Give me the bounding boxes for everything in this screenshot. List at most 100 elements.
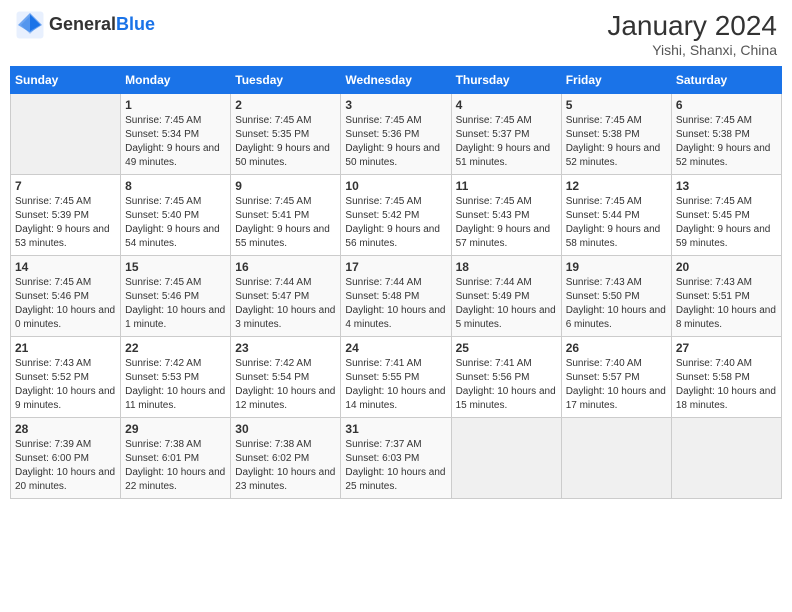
calendar-week-1: 1 Sunrise: 7:45 AMSunset: 5:34 PMDaylight… <box>11 94 782 175</box>
calendar-cell <box>561 418 671 499</box>
calendar-cell: 16 Sunrise: 7:44 AMSunset: 5:47 PMDayligh… <box>231 256 341 337</box>
calendar-cell: 14Sunrise: 7:45 AMSunset: 5:46 PMDayligh… <box>11 256 121 337</box>
calendar-cell: 26 Sunrise: 7:40 AMSunset: 5:57 PMDayligh… <box>561 337 671 418</box>
day-number: 28 <box>15 422 116 436</box>
calendar-week-2: 7 Sunrise: 7:45 AMSunset: 5:39 PMDaylight… <box>11 175 782 256</box>
day-number: 30 <box>235 422 336 436</box>
day-number: 20 <box>676 260 777 274</box>
header-thursday: Thursday <box>451 67 561 94</box>
day-info: Sunrise: 7:39 AMSunset: 6:00 PMDaylight:… <box>15 438 116 494</box>
day-info: Sunrise: 7:45 AMSunset: 5:42 PMDaylight:… <box>345 195 446 251</box>
title-block: January 2024 Yishi, Shanxi, China <box>607 10 777 58</box>
day-number: 5 <box>566 98 667 112</box>
day-info: Sunrise: 7:44 AMSunset: 5:48 PMDaylight:… <box>345 276 446 332</box>
calendar-cell: 24 Sunrise: 7:41 AMSunset: 5:55 PMDayligh… <box>341 337 451 418</box>
header-wednesday: Wednesday <box>341 67 451 94</box>
day-number: 18 <box>456 260 557 274</box>
calendar-cell: 5 Sunrise: 7:45 AMSunset: 5:38 PMDaylight… <box>561 94 671 175</box>
page-header: GeneralBlue January 2024 Yishi, Shanxi, … <box>10 10 782 58</box>
calendar-cell: 11Sunrise: 7:45 AMSunset: 5:43 PMDayligh… <box>451 175 561 256</box>
calendar-cell: 19Sunrise: 7:43 AMSunset: 5:50 PMDayligh… <box>561 256 671 337</box>
header-friday: Friday <box>561 67 671 94</box>
day-info: Sunrise: 7:41 AMSunset: 5:55 PMDaylight:… <box>345 357 446 413</box>
logo-blue-text: Blue <box>116 14 155 34</box>
calendar-week-5: 28 Sunrise: 7:39 AMSunset: 6:00 PMDayligh… <box>11 418 782 499</box>
day-info: Sunrise: 7:40 AMSunset: 5:57 PMDaylight:… <box>566 357 667 413</box>
header-monday: Monday <box>121 67 231 94</box>
day-info: Sunrise: 7:43 AMSunset: 5:51 PMDaylight:… <box>676 276 777 332</box>
day-number: 16 <box>235 260 336 274</box>
day-info: Sunrise: 7:45 AMSunset: 5:46 PMDaylight:… <box>125 276 226 332</box>
day-number: 6 <box>676 98 777 112</box>
day-number: 1 <box>125 98 226 112</box>
day-number: 29 <box>125 422 226 436</box>
day-info: Sunrise: 7:45 AMSunset: 5:36 PMDaylight:… <box>345 114 446 170</box>
day-number: 31 <box>345 422 446 436</box>
day-info: Sunrise: 7:43 AMSunset: 5:50 PMDaylight:… <box>566 276 667 332</box>
day-info: Sunrise: 7:45 AMSunset: 5:35 PMDaylight:… <box>235 114 336 170</box>
day-info: Sunrise: 7:44 AMSunset: 5:47 PMDaylight:… <box>235 276 336 332</box>
day-info: Sunrise: 7:45 AMSunset: 5:38 PMDaylight:… <box>676 114 777 170</box>
day-info: Sunrise: 7:45 AMSunset: 5:46 PMDaylight:… <box>15 276 116 332</box>
calendar-cell: 29 Sunrise: 7:38 AMSunset: 6:01 PMDayligh… <box>121 418 231 499</box>
calendar-cell: 10Sunrise: 7:45 AMSunset: 5:42 PMDayligh… <box>341 175 451 256</box>
calendar-week-3: 14Sunrise: 7:45 AMSunset: 5:46 PMDayligh… <box>11 256 782 337</box>
calendar-cell: 13Sunrise: 7:45 AMSunset: 5:45 PMDayligh… <box>671 175 781 256</box>
day-info: Sunrise: 7:45 AMSunset: 5:39 PMDaylight:… <box>15 195 116 251</box>
calendar-cell: 17 Sunrise: 7:44 AMSunset: 5:48 PMDayligh… <box>341 256 451 337</box>
logo: GeneralBlue <box>15 10 155 40</box>
day-info: Sunrise: 7:45 AMSunset: 5:37 PMDaylight:… <box>456 114 557 170</box>
day-number: 26 <box>566 341 667 355</box>
day-info: Sunrise: 7:40 AMSunset: 5:58 PMDaylight:… <box>676 357 777 413</box>
day-number: 4 <box>456 98 557 112</box>
calendar-cell: 2Sunrise: 7:45 AMSunset: 5:35 PMDaylight… <box>231 94 341 175</box>
calendar-cell: 9 Sunrise: 7:45 AMSunset: 5:41 PMDaylight… <box>231 175 341 256</box>
day-info: Sunrise: 7:41 AMSunset: 5:56 PMDaylight:… <box>456 357 557 413</box>
day-number: 9 <box>235 179 336 193</box>
calendar-cell: 30 Sunrise: 7:38 AMSunset: 6:02 PMDayligh… <box>231 418 341 499</box>
day-info: Sunrise: 7:45 AMSunset: 5:44 PMDaylight:… <box>566 195 667 251</box>
day-number: 3 <box>345 98 446 112</box>
calendar-cell: 15 Sunrise: 7:45 AMSunset: 5:46 PMDayligh… <box>121 256 231 337</box>
day-info: Sunrise: 7:45 AMSunset: 5:40 PMDaylight:… <box>125 195 226 251</box>
calendar-cell: 28 Sunrise: 7:39 AMSunset: 6:00 PMDayligh… <box>11 418 121 499</box>
calendar-cell: 1 Sunrise: 7:45 AMSunset: 5:34 PMDaylight… <box>121 94 231 175</box>
day-number: 15 <box>125 260 226 274</box>
day-number: 17 <box>345 260 446 274</box>
day-number: 21 <box>15 341 116 355</box>
day-info: Sunrise: 7:45 AMSunset: 5:43 PMDaylight:… <box>456 195 557 251</box>
day-info: Sunrise: 7:45 AMSunset: 5:41 PMDaylight:… <box>235 195 336 251</box>
day-number: 12 <box>566 179 667 193</box>
day-info: Sunrise: 7:37 AMSunset: 6:03 PMDaylight:… <box>345 438 446 494</box>
day-info: Sunrise: 7:45 AMSunset: 5:45 PMDaylight:… <box>676 195 777 251</box>
header-saturday: Saturday <box>671 67 781 94</box>
day-number: 8 <box>125 179 226 193</box>
calendar-cell <box>671 418 781 499</box>
day-number: 7 <box>15 179 116 193</box>
month-year-title: January 2024 <box>607 10 777 42</box>
calendar-cell: 18 Sunrise: 7:44 AMSunset: 5:49 PMDayligh… <box>451 256 561 337</box>
logo-icon <box>15 10 45 40</box>
calendar-cell: 23Sunrise: 7:42 AMSunset: 5:54 PMDayligh… <box>231 337 341 418</box>
day-info: Sunrise: 7:38 AMSunset: 6:01 PMDaylight:… <box>125 438 226 494</box>
calendar-cell: 4 Sunrise: 7:45 AMSunset: 5:37 PMDaylight… <box>451 94 561 175</box>
day-info: Sunrise: 7:38 AMSunset: 6:02 PMDaylight:… <box>235 438 336 494</box>
location-subtitle: Yishi, Shanxi, China <box>607 42 777 58</box>
calendar-week-4: 21 Sunrise: 7:43 AMSunset: 5:52 PMDayligh… <box>11 337 782 418</box>
calendar-cell: 27Sunrise: 7:40 AMSunset: 5:58 PMDayligh… <box>671 337 781 418</box>
calendar-cell <box>451 418 561 499</box>
day-info: Sunrise: 7:43 AMSunset: 5:52 PMDaylight:… <box>15 357 116 413</box>
day-number: 24 <box>345 341 446 355</box>
day-info: Sunrise: 7:44 AMSunset: 5:49 PMDaylight:… <box>456 276 557 332</box>
calendar-table: SundayMondayTuesdayWednesdayThursdayFrid… <box>10 66 782 499</box>
day-info: Sunrise: 7:45 AMSunset: 5:34 PMDaylight:… <box>125 114 226 170</box>
header-tuesday: Tuesday <box>231 67 341 94</box>
calendar-cell: 8 Sunrise: 7:45 AMSunset: 5:40 PMDaylight… <box>121 175 231 256</box>
calendar-cell: 22Sunrise: 7:42 AMSunset: 5:53 PMDayligh… <box>121 337 231 418</box>
day-info: Sunrise: 7:45 AMSunset: 5:38 PMDaylight:… <box>566 114 667 170</box>
calendar-cell: 20 Sunrise: 7:43 AMSunset: 5:51 PMDayligh… <box>671 256 781 337</box>
day-info: Sunrise: 7:42 AMSunset: 5:53 PMDaylight:… <box>125 357 226 413</box>
calendar-cell: 25Sunrise: 7:41 AMSunset: 5:56 PMDayligh… <box>451 337 561 418</box>
calendar-cell: 31 Sunrise: 7:37 AMSunset: 6:03 PMDayligh… <box>341 418 451 499</box>
calendar-cell: 3 Sunrise: 7:45 AMSunset: 5:36 PMDaylight… <box>341 94 451 175</box>
